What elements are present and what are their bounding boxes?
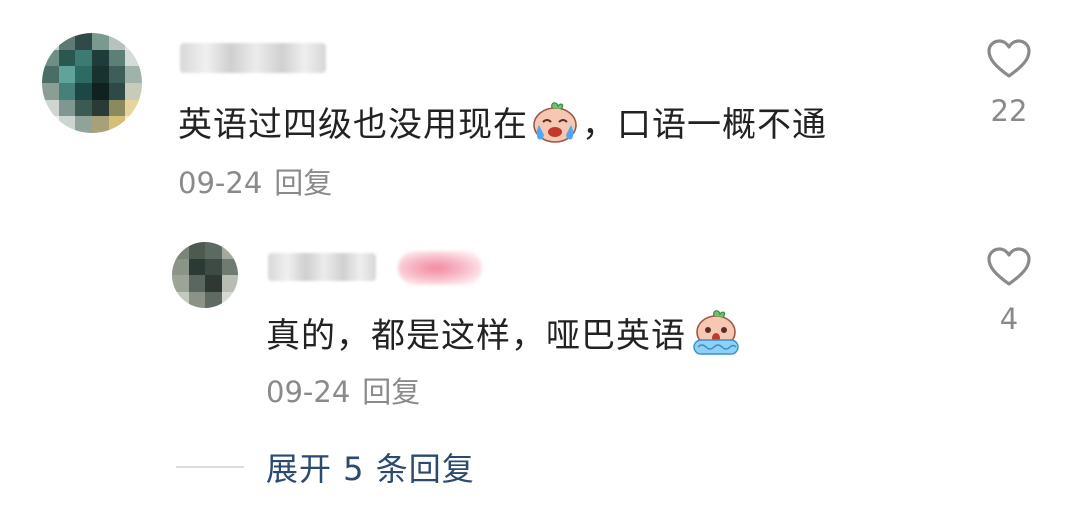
reply-text: 真的，都是这样，哑巴英语 (266, 310, 746, 365)
comment-date: 09-24 (178, 166, 263, 200)
comment-text-part: ，口语一概不通 (582, 105, 827, 145)
comment-text: 英语过四级也没用现在 ，口语一概不通 (178, 100, 827, 153)
reply-date: 09-24 (266, 375, 351, 409)
crying-laughing-emoji-icon (530, 100, 580, 153)
user-badge (398, 251, 482, 285)
username-blurred[interactable] (180, 43, 326, 73)
like-count: 22 (990, 94, 1028, 128)
avatar[interactable] (42, 33, 142, 133)
reply-button[interactable]: 回复 (362, 375, 420, 409)
scared-crying-emoji-icon (688, 310, 744, 365)
heart-icon[interactable] (974, 38, 1044, 80)
expand-divider (176, 466, 244, 468)
like-button[interactable]: 22 (974, 38, 1044, 128)
username-blurred[interactable] (268, 253, 376, 281)
comment-text-part: 英语过四级也没用现在 (178, 105, 528, 145)
like-button[interactable]: 4 (974, 246, 1044, 336)
heart-icon[interactable] (974, 246, 1044, 288)
expand-replies-button[interactable]: 展开 5 条回复 (266, 450, 475, 488)
reply-button[interactable]: 回复 (274, 166, 332, 200)
avatar[interactable] (172, 242, 238, 308)
reply-meta: 09-24 回复 (266, 375, 420, 409)
comment-meta: 09-24 回复 (178, 166, 332, 200)
reply-text-part: 真的，都是这样，哑巴英语 (266, 316, 686, 356)
like-count: 4 (999, 302, 1019, 336)
